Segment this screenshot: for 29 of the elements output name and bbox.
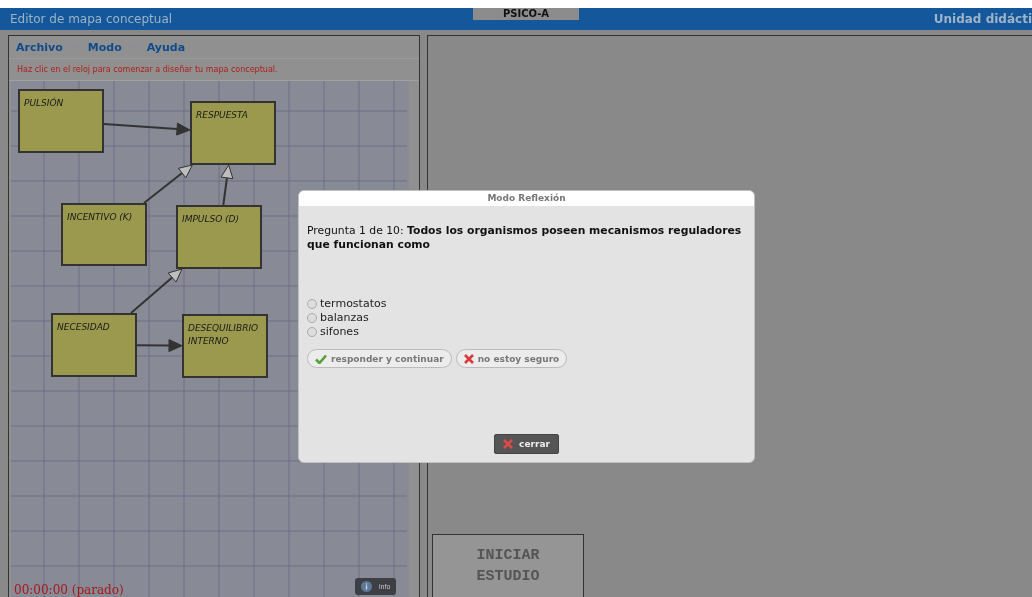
connector-arrow[interactable] (220, 164, 234, 206)
connector-arrow[interactable] (103, 122, 191, 136)
course-tab[interactable]: PSICO-A (473, 8, 579, 20)
concept-node[interactable]: INCENTIVO (K) (61, 203, 147, 266)
connector-arrow[interactable] (130, 268, 183, 314)
radio-button[interactable] (307, 299, 317, 309)
info-icon (361, 581, 372, 592)
dialog-title: Modo Reflexión (299, 191, 754, 206)
app-title: Editor de mapa conceptual (9, 12, 173, 26)
concept-node[interactable]: RESPUESTA (190, 101, 276, 165)
close-button[interactable]: cerrar (494, 434, 559, 454)
radio-button[interactable] (307, 327, 317, 337)
option-label[interactable]: balanzas (320, 311, 369, 325)
option-label[interactable]: termostatos (320, 297, 387, 311)
cross-icon (463, 353, 474, 364)
concept-node[interactable]: DESEQUILIBRIO INTERNO (182, 314, 268, 378)
connector-arrow[interactable] (143, 164, 193, 204)
radio-button[interactable] (307, 313, 317, 323)
question-text: Pregunta 1 de 10: Todos los organismos poseen mecanismos reguladores que funcionan como (307, 224, 743, 252)
close-icon (503, 439, 514, 449)
concept-node[interactable]: IMPULSO (D) (176, 205, 262, 269)
unsure-button[interactable]: no estoy seguro (455, 349, 568, 368)
option-label[interactable]: sifones (320, 325, 359, 339)
answer-button[interactable]: responder y continuar (307, 349, 452, 368)
concept-node[interactable]: NECESIDAD (51, 313, 137, 377)
concept-node[interactable]: PULSIÓN (18, 89, 104, 153)
check-icon (315, 353, 327, 364)
connector-arrow[interactable] (136, 339, 183, 353)
unit-title: Unidad didácti (933, 12, 1032, 26)
